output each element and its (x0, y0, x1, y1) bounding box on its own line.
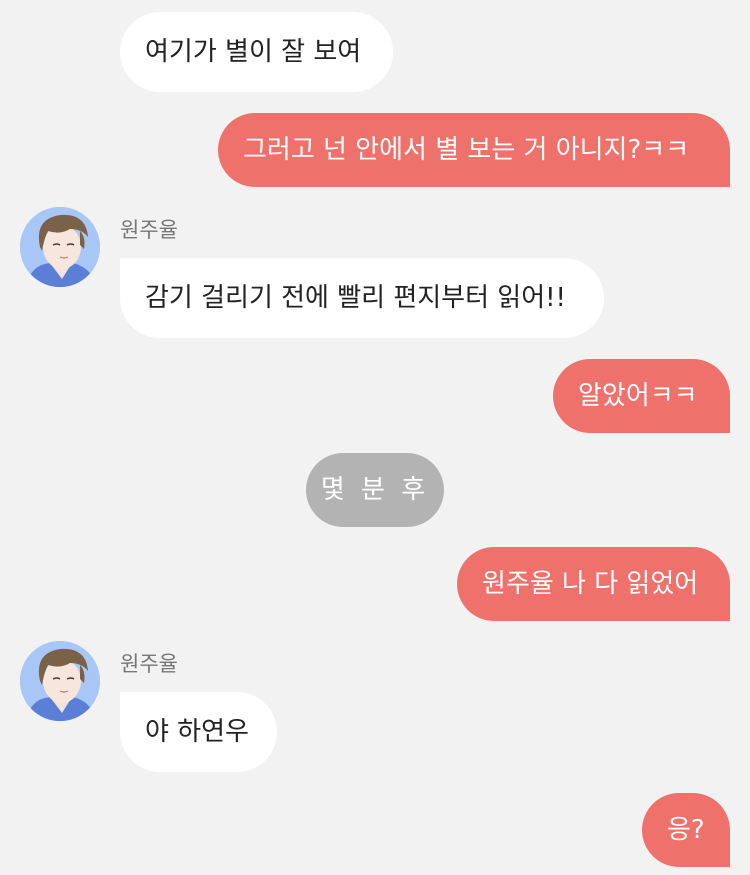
sender-avatar[interactable] (20, 207, 100, 287)
incoming-message-bubble[interactable]: 여기가 별이 잘 보여 (120, 12, 393, 92)
message-text: 여기가 별이 잘 보여 (145, 37, 362, 67)
message-text: 응? (667, 815, 705, 845)
message-text: 그러고 넌 안에서 별 보는 거 아니지?ㅋㅋ (243, 135, 690, 165)
message-text: 감기 걸리기 전에 빨리 편지부터 읽어!! (145, 283, 566, 313)
time-divider: 몇 분 후 (306, 453, 444, 527)
incoming-message-bubble[interactable]: 야 하연우 (120, 692, 277, 772)
sender-avatar[interactable] (20, 641, 100, 721)
sender-name: 원주율 (120, 652, 178, 676)
message-text: 야 하연우 (145, 717, 249, 747)
message-text: 알았어ㅋㅋ (578, 381, 698, 411)
outgoing-message-bubble[interactable]: 그러고 넌 안에서 별 보는 거 아니지?ㅋㅋ (218, 113, 730, 187)
outgoing-message-bubble[interactable]: 원주율 나 다 읽었어 (457, 547, 730, 621)
incoming-message-bubble[interactable]: 감기 걸리기 전에 빨리 편지부터 읽어!! (120, 258, 604, 338)
boy-portrait-icon (20, 641, 100, 721)
boy-portrait-icon (20, 207, 100, 287)
sender-name: 원주율 (120, 218, 178, 242)
outgoing-message-bubble[interactable]: 응? (642, 793, 730, 867)
outgoing-message-bubble[interactable]: 알았어ㅋㅋ (553, 359, 730, 433)
message-text: 원주율 나 다 읽었어 (482, 569, 699, 599)
